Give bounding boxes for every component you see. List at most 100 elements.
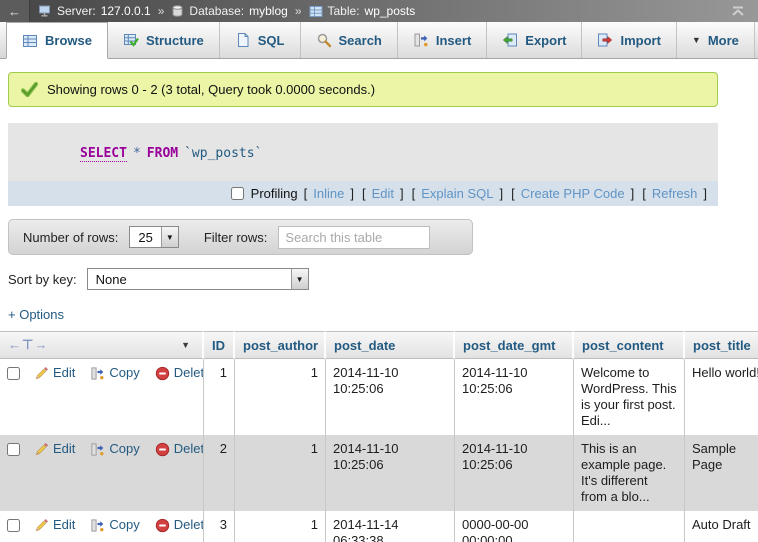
breadcrumb-database-link[interactable]: myblog <box>249 4 288 18</box>
refresh-link[interactable]: Refresh <box>652 186 698 201</box>
tab-label: Browse <box>45 33 92 48</box>
cell-id: 2 <box>204 435 235 511</box>
bracket: [ <box>412 186 416 201</box>
options-toggle-link[interactable]: + Options <box>8 307 64 322</box>
back-arrow-icon: ← <box>8 4 21 19</box>
column-swap-handles[interactable]: ←⊤→ <box>8 337 48 353</box>
sql-star: * <box>133 146 141 161</box>
row-select-checkbox[interactable] <box>7 443 20 456</box>
number-of-rows-select[interactable]: 25 ▼ <box>129 226 178 248</box>
row-select-checkbox[interactable] <box>7 367 20 380</box>
edit-query-link[interactable]: Edit <box>372 186 394 201</box>
cell-post-date-gmt: 2014-11-10 10:25:06 <box>455 435 574 511</box>
explain-sql-link[interactable]: Explain SQL <box>421 186 493 201</box>
copy-row-link[interactable]: Copy <box>90 517 139 533</box>
server-icon <box>38 4 52 18</box>
edit-label: Edit <box>53 441 75 457</box>
sql-table-identifier: `wp_posts` <box>184 146 262 161</box>
collapse-to-top-button[interactable] <box>730 6 746 17</box>
sort-caret-icon[interactable]: ▼ <box>181 340 190 350</box>
column-header-post-author[interactable]: post_author <box>235 331 326 359</box>
breadcrumb-database-label: Database: <box>189 4 244 18</box>
copy-row-icon <box>90 366 105 381</box>
tab-import[interactable]: Import <box>582 22 676 58</box>
inline-edit-link[interactable]: Inline <box>313 186 344 201</box>
delete-label: Delete <box>174 517 204 533</box>
breadcrumb-separator: » <box>295 4 302 18</box>
cell-post-content: This is an example page. It's different … <box>574 435 685 511</box>
cell-post-title: Hello world! <box>685 359 758 435</box>
tab-structure[interactable]: Structure <box>108 22 220 58</box>
delete-icon <box>155 442 170 457</box>
edit-label: Edit <box>53 517 75 533</box>
cell-post-title: Sample Page <box>685 435 758 511</box>
table-row: Edit Copy <box>0 435 758 511</box>
number-of-rows-label: Number of rows: <box>23 230 118 245</box>
cell-post-author: 1 <box>235 359 326 435</box>
column-header-post-date[interactable]: post_date <box>326 331 455 359</box>
row-select-checkbox[interactable] <box>7 519 20 532</box>
delete-row-link[interactable]: Delete <box>155 441 204 457</box>
tab-search[interactable]: Search <box>301 22 398 58</box>
table-filter-input[interactable] <box>278 226 430 249</box>
dropdown-arrow-icon: ▼ <box>161 227 178 247</box>
breadcrumb-server-label: Server: <box>57 4 96 18</box>
cell-post-date: 2014-11-10 10:25:06 <box>326 435 455 511</box>
tab-browse[interactable]: Browse <box>6 22 108 59</box>
structure-icon <box>123 32 139 48</box>
insert-row-icon <box>413 32 429 48</box>
column-header-post-title[interactable]: post_title <box>685 331 758 359</box>
breadcrumb-server-link[interactable]: 127.0.0.1 <box>101 4 151 18</box>
delete-row-link[interactable]: Delete <box>155 517 204 533</box>
delete-row-link[interactable]: Delete <box>155 365 204 381</box>
edit-row-link[interactable]: Edit <box>34 441 75 457</box>
collapse-top-icon <box>730 6 746 17</box>
query-actions-bar: Profiling [Inline] [Edit] [Explain SQL] … <box>8 181 718 206</box>
bracket: ] <box>350 186 354 201</box>
breadcrumb-bar: ← Server: 127.0.0.1 » Database: myblog »… <box>0 0 758 22</box>
column-header-post-date-gmt[interactable]: post_date_gmt <box>455 331 574 359</box>
breadcrumb-table-link[interactable]: wp_posts <box>365 4 416 18</box>
success-message: Showing rows 0 - 2 (3 total, Query took … <box>8 72 718 107</box>
success-check-icon <box>21 82 38 97</box>
create-php-code-link[interactable]: Create PHP Code <box>521 186 625 201</box>
sort-by-key-select[interactable]: None ▼ <box>87 268 309 290</box>
tab-more[interactable]: ▼ More <box>677 22 755 58</box>
pencil-icon <box>34 442 49 457</box>
cell-post-author: 1 <box>235 435 326 511</box>
edit-row-link[interactable]: Edit <box>34 365 75 381</box>
delete-label: Delete <box>174 441 204 457</box>
table-row: Edit Copy <box>0 511 758 542</box>
cell-post-content <box>574 511 685 542</box>
sort-by-key-label: Sort by key: <box>8 272 77 287</box>
table-tab-bar: Browse Structure SQL Search <box>0 22 758 59</box>
edit-row-link[interactable]: Edit <box>34 517 75 533</box>
copy-label: Copy <box>109 365 139 381</box>
sql-keyword-from: FROM <box>147 146 178 161</box>
column-header-post-content[interactable]: post_content <box>574 331 685 359</box>
copy-row-link[interactable]: Copy <box>90 365 139 381</box>
tab-export[interactable]: Export <box>487 22 582 58</box>
edit-label: Edit <box>53 365 75 381</box>
bracket: [ <box>642 186 646 201</box>
nav-back-button[interactable]: ← <box>0 0 30 22</box>
chevron-down-icon: ▼ <box>692 35 701 45</box>
copy-row-icon <box>90 518 105 533</box>
column-header-id[interactable]: ID <box>204 331 235 359</box>
sql-page-icon <box>235 32 251 48</box>
cell-post-title: Auto Draft <box>685 511 758 542</box>
tab-sql[interactable]: SQL <box>220 22 301 58</box>
copy-row-link[interactable]: Copy <box>90 441 139 457</box>
results-header-row: ←⊤→ ▼ ID post_author post_date post_date… <box>0 331 758 359</box>
copy-row-icon <box>90 442 105 457</box>
tab-label: Import <box>620 33 660 48</box>
cell-post-date-gmt: 2014-11-10 10:25:06 <box>455 359 574 435</box>
tab-insert[interactable]: Insert <box>398 22 487 58</box>
tab-label: Search <box>339 33 382 48</box>
profiling-checkbox[interactable] <box>231 187 244 200</box>
pencil-icon <box>34 366 49 381</box>
pencil-icon <box>34 518 49 533</box>
sort-by-key-value: None <box>88 269 291 289</box>
copy-label: Copy <box>109 441 139 457</box>
breadcrumb-table-label: Table: <box>328 4 360 18</box>
